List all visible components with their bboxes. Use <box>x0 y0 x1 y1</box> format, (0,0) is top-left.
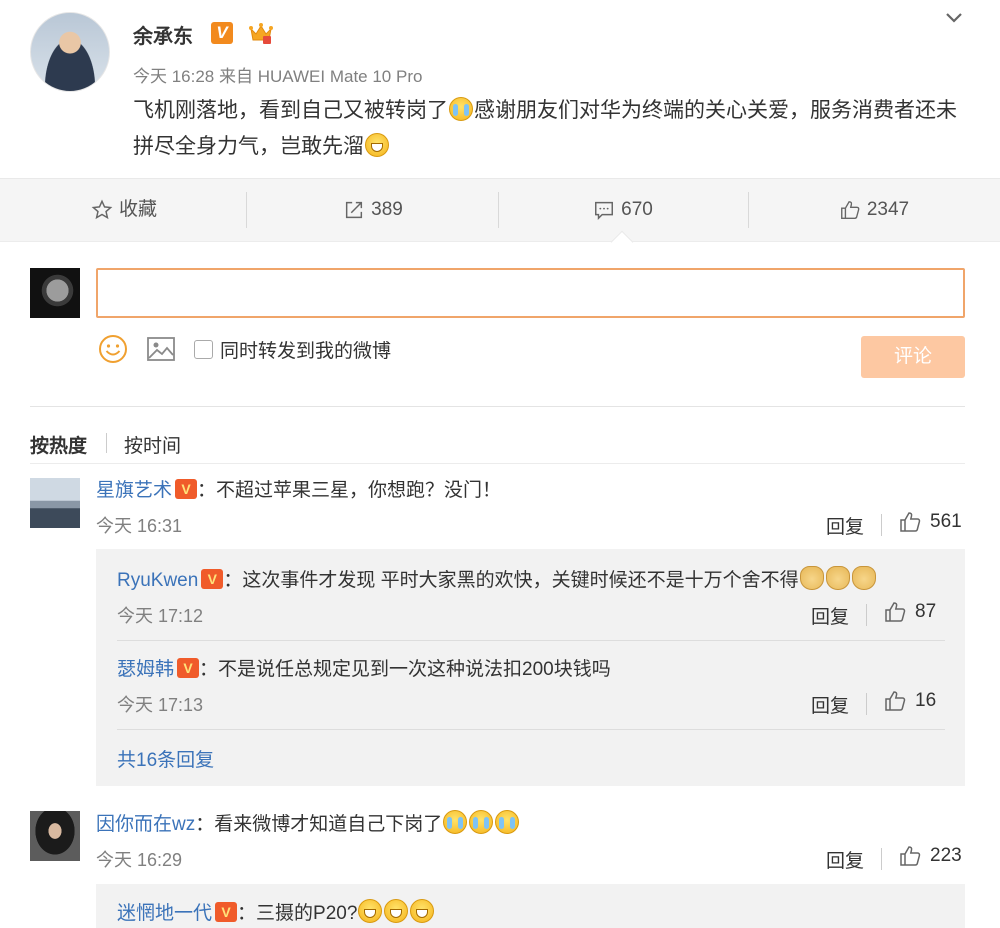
reply-text: ：不是说任总规定见到一次这种说法扣200块钱吗 <box>199 659 611 680</box>
like-button[interactable]: 2347 <box>748 178 1000 242</box>
favorite-label: 收藏 <box>118 199 157 220</box>
cry-laugh-emoji-icon <box>469 810 494 834</box>
reply-button[interactable]: 回复 <box>811 691 849 718</box>
submit-comment-button[interactable]: 评论 <box>861 336 965 378</box>
commenter-name[interactable]: 因你而在wz <box>96 814 195 835</box>
author-name[interactable]: 余承东 <box>133 20 193 49</box>
reply-button[interactable]: 回复 <box>826 512 864 539</box>
image-upload-icon[interactable] <box>146 336 176 362</box>
like-count: 2347 <box>866 199 910 220</box>
favorite-button[interactable]: 收藏 <box>0 178 248 242</box>
grin-emoji-icon <box>410 899 435 923</box>
commenter-avatar[interactable] <box>30 811 80 861</box>
sub-reply-row: 瑟姆韩 ：不是说任总规定见到一次这种说法扣200块钱吗 <box>117 654 611 681</box>
doge-emoji-icon <box>799 566 824 590</box>
thumbs-up-icon <box>885 602 906 622</box>
also-repost-label[interactable]: 同时转发到我的微博 <box>220 336 391 363</box>
divider <box>866 693 867 715</box>
reply-like-count: 16 <box>915 690 937 711</box>
comment-time: 今天 16:31 <box>96 516 183 536</box>
comment-input[interactable] <box>96 268 965 318</box>
comment-like-button[interactable]: 223 <box>898 844 962 868</box>
divider <box>117 640 945 641</box>
repost-button[interactable]: 389 <box>248 178 498 242</box>
comment-count: 670 <box>621 199 653 220</box>
author-avatar[interactable] <box>30 12 110 92</box>
more-replies-link[interactable]: 共16条回复 <box>117 745 214 772</box>
commenter-name[interactable]: 星旗艺术 <box>96 480 172 501</box>
divider <box>0 241 1000 242</box>
cry-laugh-emoji-icon <box>449 97 473 121</box>
post-source-prefix: 来自 <box>219 67 253 86</box>
chevron-down-icon[interactable] <box>942 6 966 30</box>
divider <box>117 729 945 730</box>
sort-by-time-tab[interactable]: 按时间 <box>124 431 181 458</box>
divider <box>866 604 867 626</box>
thumbs-up-icon <box>840 201 860 219</box>
post-source[interactable]: HUAWEI Mate 10 Pro <box>258 67 423 86</box>
divider <box>30 463 965 464</box>
comment-text: ：看来微博才知道自己下岗了 <box>195 814 443 835</box>
comment-row: 星旗艺术 ：不超过苹果三星，你想跑？没门！ <box>96 475 501 502</box>
commenter-avatar[interactable] <box>30 478 80 528</box>
also-repost-checkbox[interactable] <box>194 340 213 359</box>
current-user-avatar[interactable] <box>30 268 80 318</box>
comment-time: 今天 16:29 <box>96 850 183 870</box>
verified-badge-icon <box>215 902 238 922</box>
post-text-part1: 飞机刚落地，看到自己又被转岗了 <box>133 99 448 122</box>
reply-text: ：三摄的P20? <box>237 903 358 924</box>
sub-reply-row: 迷惘地一代 ：三摄的P20? <box>117 898 435 925</box>
thumbs-up-icon <box>900 512 921 532</box>
replier-name[interactable]: 瑟姆韩 <box>117 659 174 680</box>
divider <box>106 433 107 453</box>
replier-name[interactable]: 迷惘地一代 <box>117 903 212 924</box>
repost-count: 389 <box>371 199 403 220</box>
reply-button[interactable]: 回复 <box>811 602 849 629</box>
grin-emoji-icon <box>358 899 383 923</box>
post-text: 飞机刚落地，看到自己又被转岗了 感谢朋友们对华为终端的关心关爱，服务消费者还未拼尽… <box>133 93 973 165</box>
cry-laugh-emoji-icon <box>443 810 468 834</box>
doge-emoji-icon <box>851 566 876 590</box>
reply-like-button[interactable]: 87 <box>883 600 936 624</box>
verified-badge-icon <box>175 479 198 499</box>
doge-emoji-icon <box>825 566 850 590</box>
verified-badge-icon <box>177 658 200 678</box>
replier-name[interactable]: RyuKwen <box>117 570 198 591</box>
thumbs-up-icon <box>900 846 921 866</box>
verified-badge-icon <box>201 569 224 589</box>
thumbs-up-icon <box>885 691 906 711</box>
divider <box>881 514 882 536</box>
divider <box>30 406 965 407</box>
emoji-picker-icon[interactable] <box>98 334 128 364</box>
comment-icon <box>595 201 614 221</box>
comment-text: ：不超过苹果三星，你想跑？没门！ <box>197 480 502 501</box>
repost-icon <box>346 201 363 219</box>
sub-reply-row: RyuKwen ：这次事件才发现 平时大家黑的欢快，关键时候还不是十万个舍不得 <box>117 565 877 592</box>
divider <box>246 192 247 228</box>
verified-v-icon: V <box>211 22 233 44</box>
reply-like-button[interactable]: 16 <box>883 689 936 713</box>
reply-time: 今天 17:12 <box>117 606 204 626</box>
cry-laugh-emoji-icon <box>495 810 520 834</box>
comment-like-button[interactable]: 561 <box>898 510 962 534</box>
reply-like-count: 87 <box>915 601 937 622</box>
reply-time: 今天 17:13 <box>117 695 204 715</box>
star-icon <box>91 199 113 220</box>
grin-emoji-icon <box>365 133 389 157</box>
comment-like-count: 561 <box>930 511 962 532</box>
sort-by-hot-tab[interactable]: 按热度 <box>30 431 87 458</box>
comment-row: 因你而在wz：看来微博才知道自己下岗了 <box>96 809 520 836</box>
comment-like-count: 223 <box>930 845 962 866</box>
post-time[interactable]: 今天 16:28 <box>133 67 214 86</box>
grin-emoji-icon <box>384 899 409 923</box>
reply-text: ：这次事件才发现 平时大家黑的欢快，关键时候还不是十万个舍不得 <box>223 570 799 591</box>
divider <box>881 848 882 870</box>
post-meta: 今天 16:28 来自 HUAWEI Mate 10 Pro <box>133 62 422 87</box>
reply-button[interactable]: 回复 <box>826 846 864 873</box>
crown-member-icon <box>249 23 273 44</box>
